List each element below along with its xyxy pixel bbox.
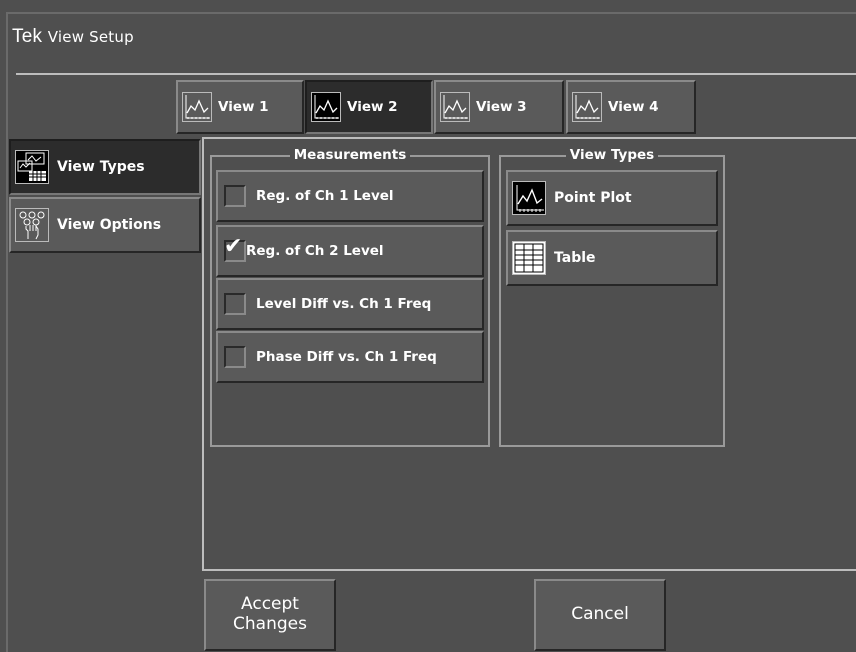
title-label: View Setup (47, 28, 134, 46)
cancel-label: Cancel (571, 604, 629, 625)
accept-changes-button[interactable]: Accept Changes (204, 579, 336, 651)
checkbox[interactable] (224, 346, 246, 368)
view-types-icon (15, 150, 49, 184)
point-plot-icon (182, 92, 212, 122)
bottom-divider (202, 569, 856, 571)
measurement-label: Reg. of Ch 1 Level (256, 188, 394, 204)
view-type-label: Point Plot (554, 190, 632, 206)
tab-view-1[interactable]: View 1 (176, 80, 304, 134)
view-type-label: Table (554, 250, 596, 266)
side-tab-label: View Options (57, 217, 162, 233)
view-type-table[interactable]: Table (506, 230, 718, 286)
view-options-icon (15, 208, 49, 242)
checkbox[interactable]: ✔ (224, 236, 246, 262)
tab-label: View 3 (476, 99, 527, 115)
accept-label-line1: Accept (241, 594, 299, 615)
side-tab-label: View Types (57, 159, 145, 175)
point-plot-icon (572, 92, 602, 122)
measurement-level-diff[interactable]: Level Diff vs. Ch 1 Freq (216, 278, 484, 330)
brand-label: Tek (12, 26, 43, 47)
accept-label: Accept Changes (233, 595, 307, 634)
table-icon (512, 241, 546, 275)
tab-label: View 1 (218, 99, 269, 115)
tab-label: View 2 (347, 99, 398, 115)
measurement-label: Reg. of Ch 2 Level (246, 243, 384, 259)
tab-view-4[interactable]: View 4 (566, 80, 696, 134)
tab-view-3[interactable]: View 3 (434, 80, 564, 134)
cancel-button[interactable]: Cancel (534, 579, 666, 651)
measurement-phase-diff[interactable]: Phase Diff vs. Ch 1 Freq (216, 331, 484, 383)
checkbox[interactable] (224, 185, 246, 207)
accept-label-line2: Changes (233, 614, 307, 634)
point-plot-icon (512, 181, 546, 215)
window-title: Tek View Setup (12, 26, 134, 48)
side-tab-view-types[interactable]: View Types (9, 139, 201, 195)
tab-label: View 4 (608, 99, 659, 115)
check-mark-icon: ✔ (224, 234, 243, 259)
checkbox[interactable] (224, 293, 246, 315)
view-types-title: View Types (565, 147, 659, 163)
measurement-label: Phase Diff vs. Ch 1 Freq (256, 349, 437, 365)
content-divider (202, 137, 204, 571)
measurements-title: Measurements (289, 147, 411, 163)
measurement-reg-ch1-level[interactable]: Reg. of Ch 1 Level (216, 170, 484, 222)
measurement-reg-ch2-level[interactable]: ✔ Reg. of Ch 2 Level (216, 225, 484, 277)
side-tab-view-options[interactable]: View Options (9, 197, 201, 253)
tab-view-2[interactable]: View 2 (305, 80, 433, 134)
content-divider (202, 137, 856, 139)
measurement-label: Level Diff vs. Ch 1 Freq (256, 296, 432, 312)
point-plot-icon (311, 92, 341, 122)
point-plot-icon (440, 92, 470, 122)
title-divider (16, 73, 856, 75)
view-type-point-plot[interactable]: Point Plot (506, 170, 718, 226)
